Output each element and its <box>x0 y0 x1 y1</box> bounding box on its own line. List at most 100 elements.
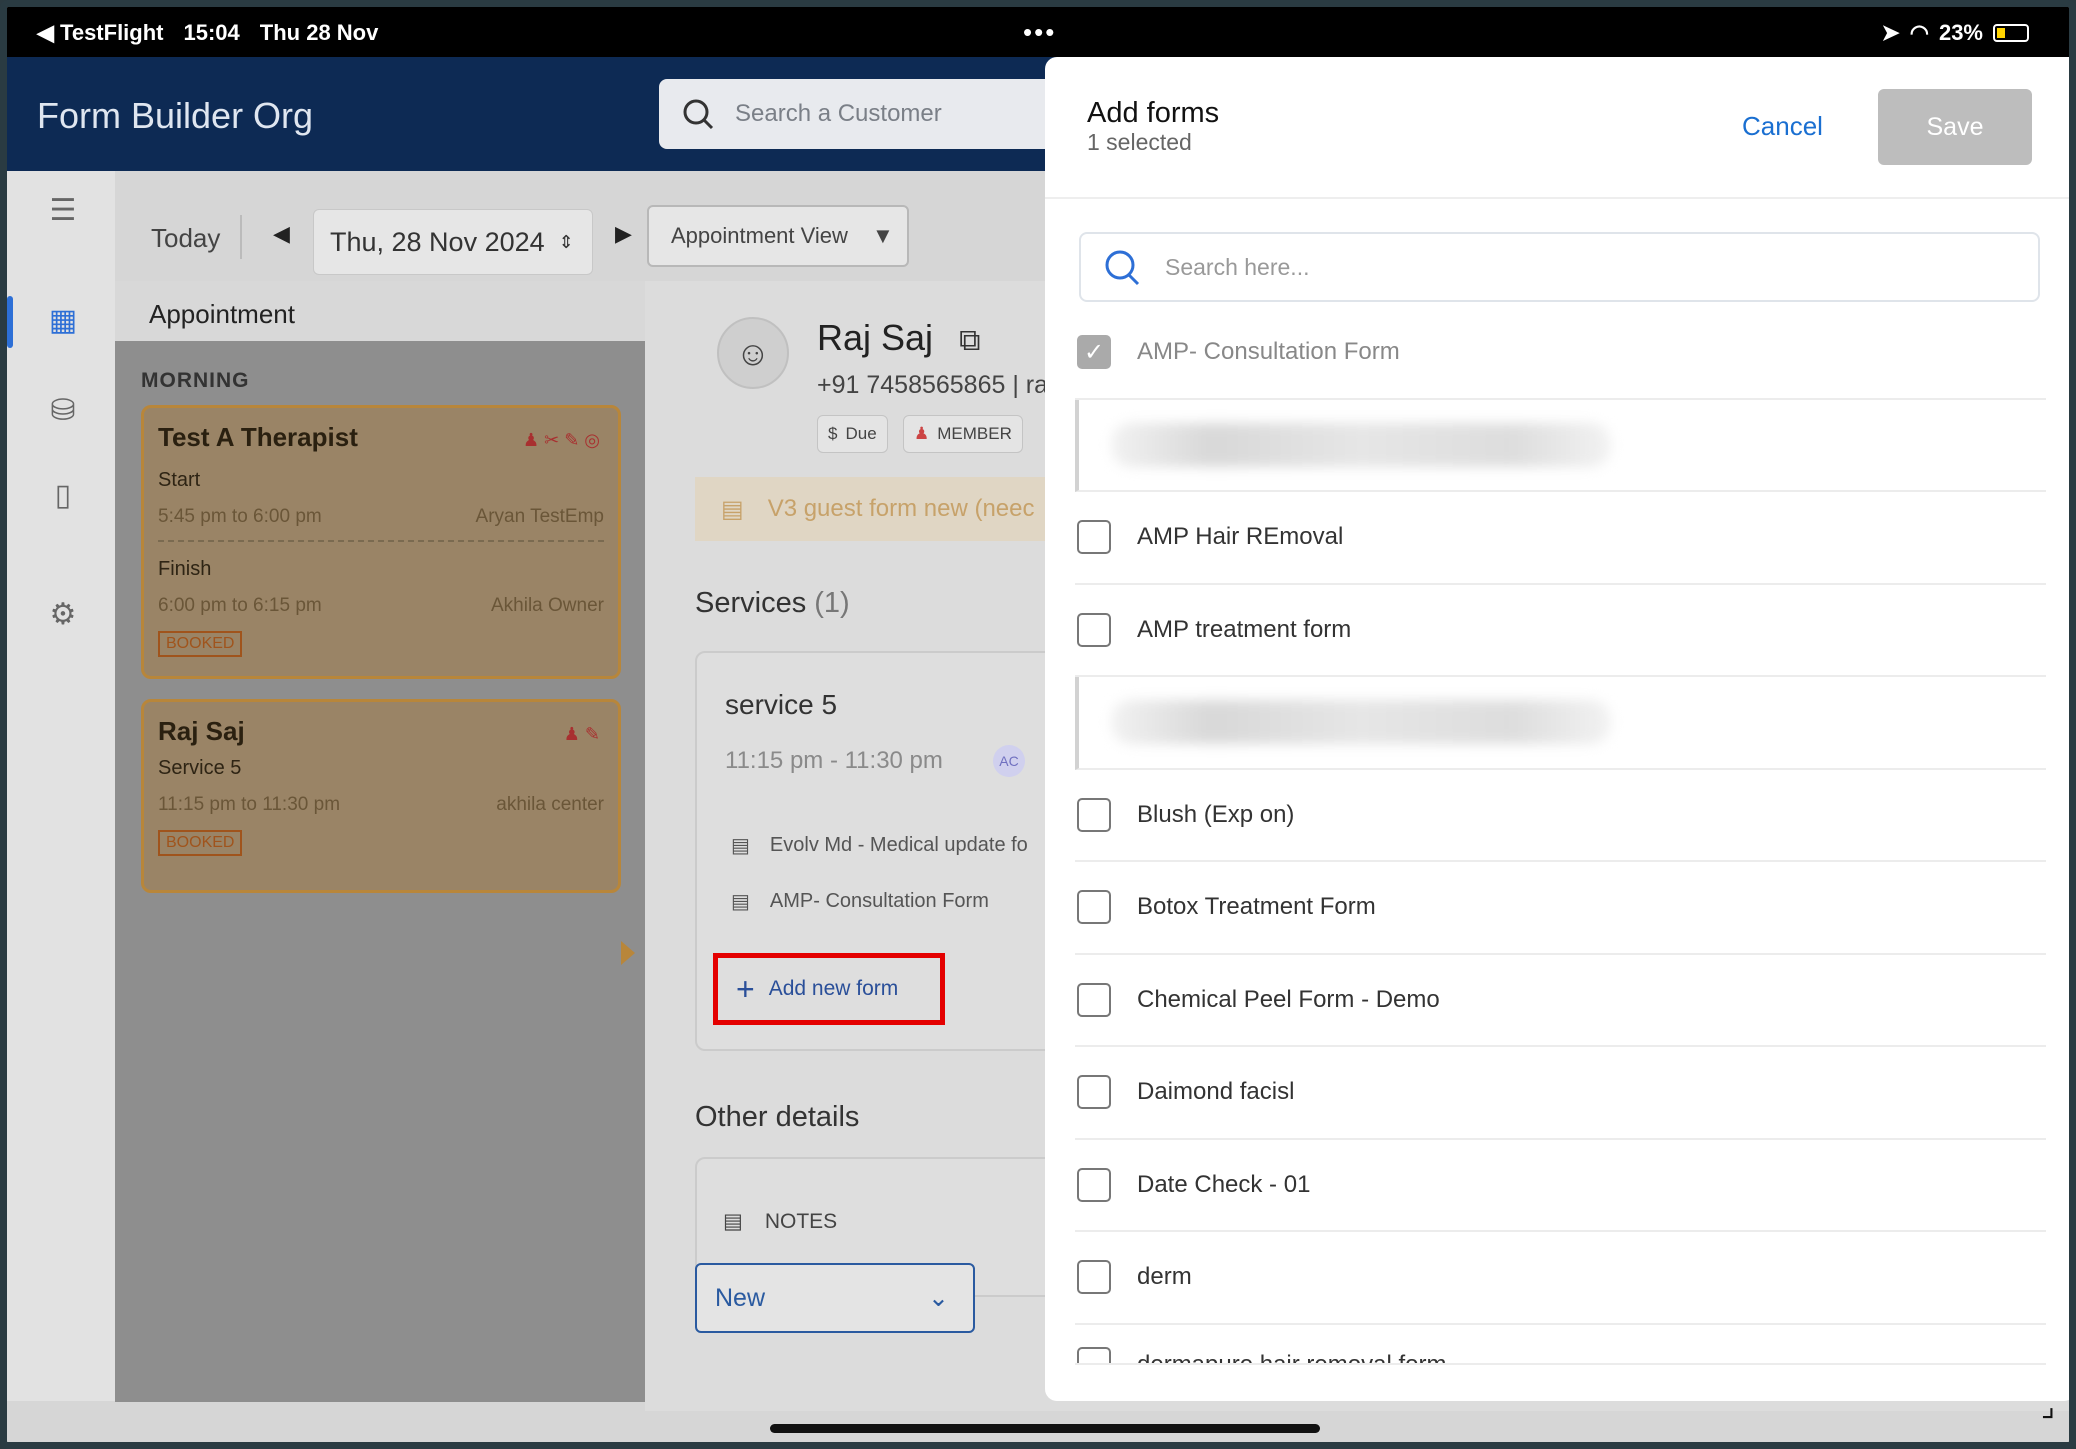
appointment-card[interactable]: Raj Saj ♟ ✎ Service 5 11:15 pm to 11:30 … <box>141 699 621 893</box>
customer-avatar: ☺ <box>717 317 789 389</box>
due-tag: $ Due <box>817 415 888 453</box>
attached-form-row[interactable]: ▤ AMP- Consultation Form <box>731 889 989 914</box>
device-frame: ◀ TestFlight 15:04 Thu 28 Nov ••• ➤ ◠ 23… <box>0 0 2076 1449</box>
modal-divider <box>1045 197 2069 199</box>
appointment-status-icons: ♟ ✎ <box>563 724 600 744</box>
date-picker[interactable]: Thu, 28 Nov 2024 ⇕ <box>313 209 593 275</box>
today-button[interactable]: Today <box>151 223 220 254</box>
checkbox[interactable] <box>1077 1346 1111 1363</box>
date-value: Thu, 28 Nov 2024 <box>330 226 545 257</box>
checkbox[interactable] <box>1077 520 1111 555</box>
notes-icon: ▤ <box>723 1210 743 1233</box>
list-item[interactable]: Blush (Exp on) <box>1075 770 2046 862</box>
status-date: Thu 28 Nov <box>259 20 379 45</box>
finish-time: 6:00 pm to 6:15 pm <box>158 595 322 616</box>
services-label: Services <box>695 587 807 619</box>
appointment-time: 11:15 pm to 11:30 pm <box>158 794 341 815</box>
start-staff: Aryan TestEmp <box>475 506 604 527</box>
customer-search-input[interactable]: Search a Customer <box>659 79 1079 149</box>
left-nav-rail: ☰ ▦ ⛁ ▯ ⚙ <box>7 171 115 1401</box>
card-divider <box>158 540 604 542</box>
org-name: Form Builder Org <box>37 95 314 136</box>
appointment-header: Appointment <box>115 281 645 341</box>
save-button[interactable]: Save <box>1878 89 2032 165</box>
register-icon[interactable]: ▯ <box>43 476 83 516</box>
form-name: Botox Treatment Form <box>1137 893 1376 921</box>
appointment-service: Service 5 <box>158 757 242 779</box>
external-link-icon[interactable]: ⧉ <box>959 324 980 357</box>
attached-form-row[interactable]: ▤ Evolv Md - Medical update fo <box>731 833 1028 858</box>
redacted-content <box>1111 422 1611 467</box>
add-new-form-label: Add new form <box>768 977 899 1000</box>
notes-row: ▤ NOTES <box>723 1209 837 1234</box>
products-icon[interactable]: ⛁ <box>43 391 83 431</box>
form-search-input[interactable]: Search here... <box>1079 232 2040 302</box>
appointment-client-name: Raj Saj <box>158 716 245 746</box>
list-item[interactable]: Date Check - 01 <box>1075 1140 2046 1232</box>
prev-day-icon[interactable]: ◀ <box>273 221 290 247</box>
view-select[interactable]: Appointment View ▼ <box>647 205 909 267</box>
checkbox[interactable] <box>1077 1260 1111 1295</box>
selected-count: 1 selected <box>1087 129 1192 155</box>
search-icon <box>683 99 714 130</box>
list-item[interactable]: derm <box>1075 1232 2046 1325</box>
add-forms-modal: Add forms 1 selected Cancel Save Search … <box>1045 57 2069 1401</box>
checkbox[interactable] <box>1077 1075 1111 1110</box>
finish-staff: Akhila Owner <box>491 595 604 616</box>
list-item[interactable]: AMP treatment form <box>1075 585 2046 677</box>
chevron-down-icon: ⌄ <box>928 1284 949 1312</box>
next-day-icon[interactable]: ▶ <box>615 221 632 247</box>
list-item[interactable]: AMP Hair REmoval <box>1075 492 2046 585</box>
checkbox[interactable] <box>1077 612 1111 647</box>
appointment-status-select[interactable]: New ⌄ <box>695 1263 975 1333</box>
form-name: dermapure hair removal form <box>1137 1350 1447 1365</box>
redacted-content <box>1111 700 1611 745</box>
settings-gear-icon[interactable]: ⚙ <box>43 595 83 635</box>
list-item-redacted[interactable] <box>1075 399 2046 492</box>
morning-section-label: MORNING <box>141 369 250 392</box>
back-to-app-link[interactable]: ◀ TestFlight <box>37 20 164 46</box>
checkbox[interactable] <box>1077 797 1111 832</box>
multitask-dots[interactable]: ••• <box>1023 17 1056 48</box>
form-search-placeholder: Search here... <box>1165 253 1310 280</box>
list-item[interactable]: Chemical Peel Form - Demo <box>1075 955 2046 1047</box>
appointment-card[interactable]: Test A Therapist ♟ ✂ ✎ ◎ Start 5:45 pm t… <box>141 405 621 679</box>
form-doc-icon: ▤ <box>731 835 750 857</box>
form-name: Blush (Exp on) <box>1137 800 1295 828</box>
form-name: AMP treatment form <box>1137 615 1352 643</box>
toolbar-divider <box>240 215 242 259</box>
menu-icon[interactable]: ☰ <box>43 191 83 231</box>
list-item[interactable]: ✓ AMP- Consultation Form <box>1075 307 2046 400</box>
customer-search-placeholder: Search a Customer <box>735 100 942 127</box>
list-item-redacted[interactable] <box>1075 677 2046 770</box>
list-item[interactable]: Daimond facisl <box>1075 1047 2046 1140</box>
home-indicator[interactable] <box>770 1424 1320 1433</box>
status-badge: BOOKED <box>158 830 243 856</box>
services-heading: Services (1) <box>695 587 850 620</box>
calendar-icon[interactable]: ▦ <box>43 301 83 341</box>
checkbox[interactable] <box>1077 890 1111 925</box>
form-icon: ▤ <box>721 495 744 523</box>
status-select-value: New <box>715 1283 766 1312</box>
battery-percent: 23% <box>1938 20 1983 45</box>
add-new-form-button[interactable]: + Add new form <box>713 953 945 1025</box>
attached-form-name: AMP- Consultation Form <box>769 890 989 912</box>
checkbox[interactable] <box>1077 1167 1111 1202</box>
form-name: Chemical Peel Form - Demo <box>1137 985 1440 1013</box>
list-item[interactable]: dermapure hair removal form <box>1075 1325 2046 1365</box>
customer-name-row: Raj Saj ⧉ <box>817 317 981 359</box>
start-label: Start <box>158 469 201 491</box>
checkbox-checked[interactable]: ✓ <box>1077 335 1111 370</box>
customer-name: Raj Saj <box>817 317 934 358</box>
view-select-value: Appointment View <box>671 223 848 248</box>
appointment-staff: akhila center <box>496 794 604 815</box>
guest-form-label: V3 guest form new (neec <box>767 495 1035 522</box>
status-bar: ◀ TestFlight 15:04 Thu 28 Nov ••• ➤ ◠ 23… <box>7 7 2069 57</box>
list-item[interactable]: Botox Treatment Form <box>1075 862 2046 955</box>
due-tag-label: Due <box>845 424 877 443</box>
checkbox[interactable] <box>1077 982 1111 1017</box>
resize-corner-icon: ⌟ <box>2040 1390 2055 1423</box>
cancel-button[interactable]: Cancel <box>1742 111 1823 142</box>
start-time: 5:45 pm to 6:00 pm <box>158 506 322 527</box>
forms-list: ✓ AMP- Consultation Form AMP Hair REmova… <box>1075 307 2046 1365</box>
